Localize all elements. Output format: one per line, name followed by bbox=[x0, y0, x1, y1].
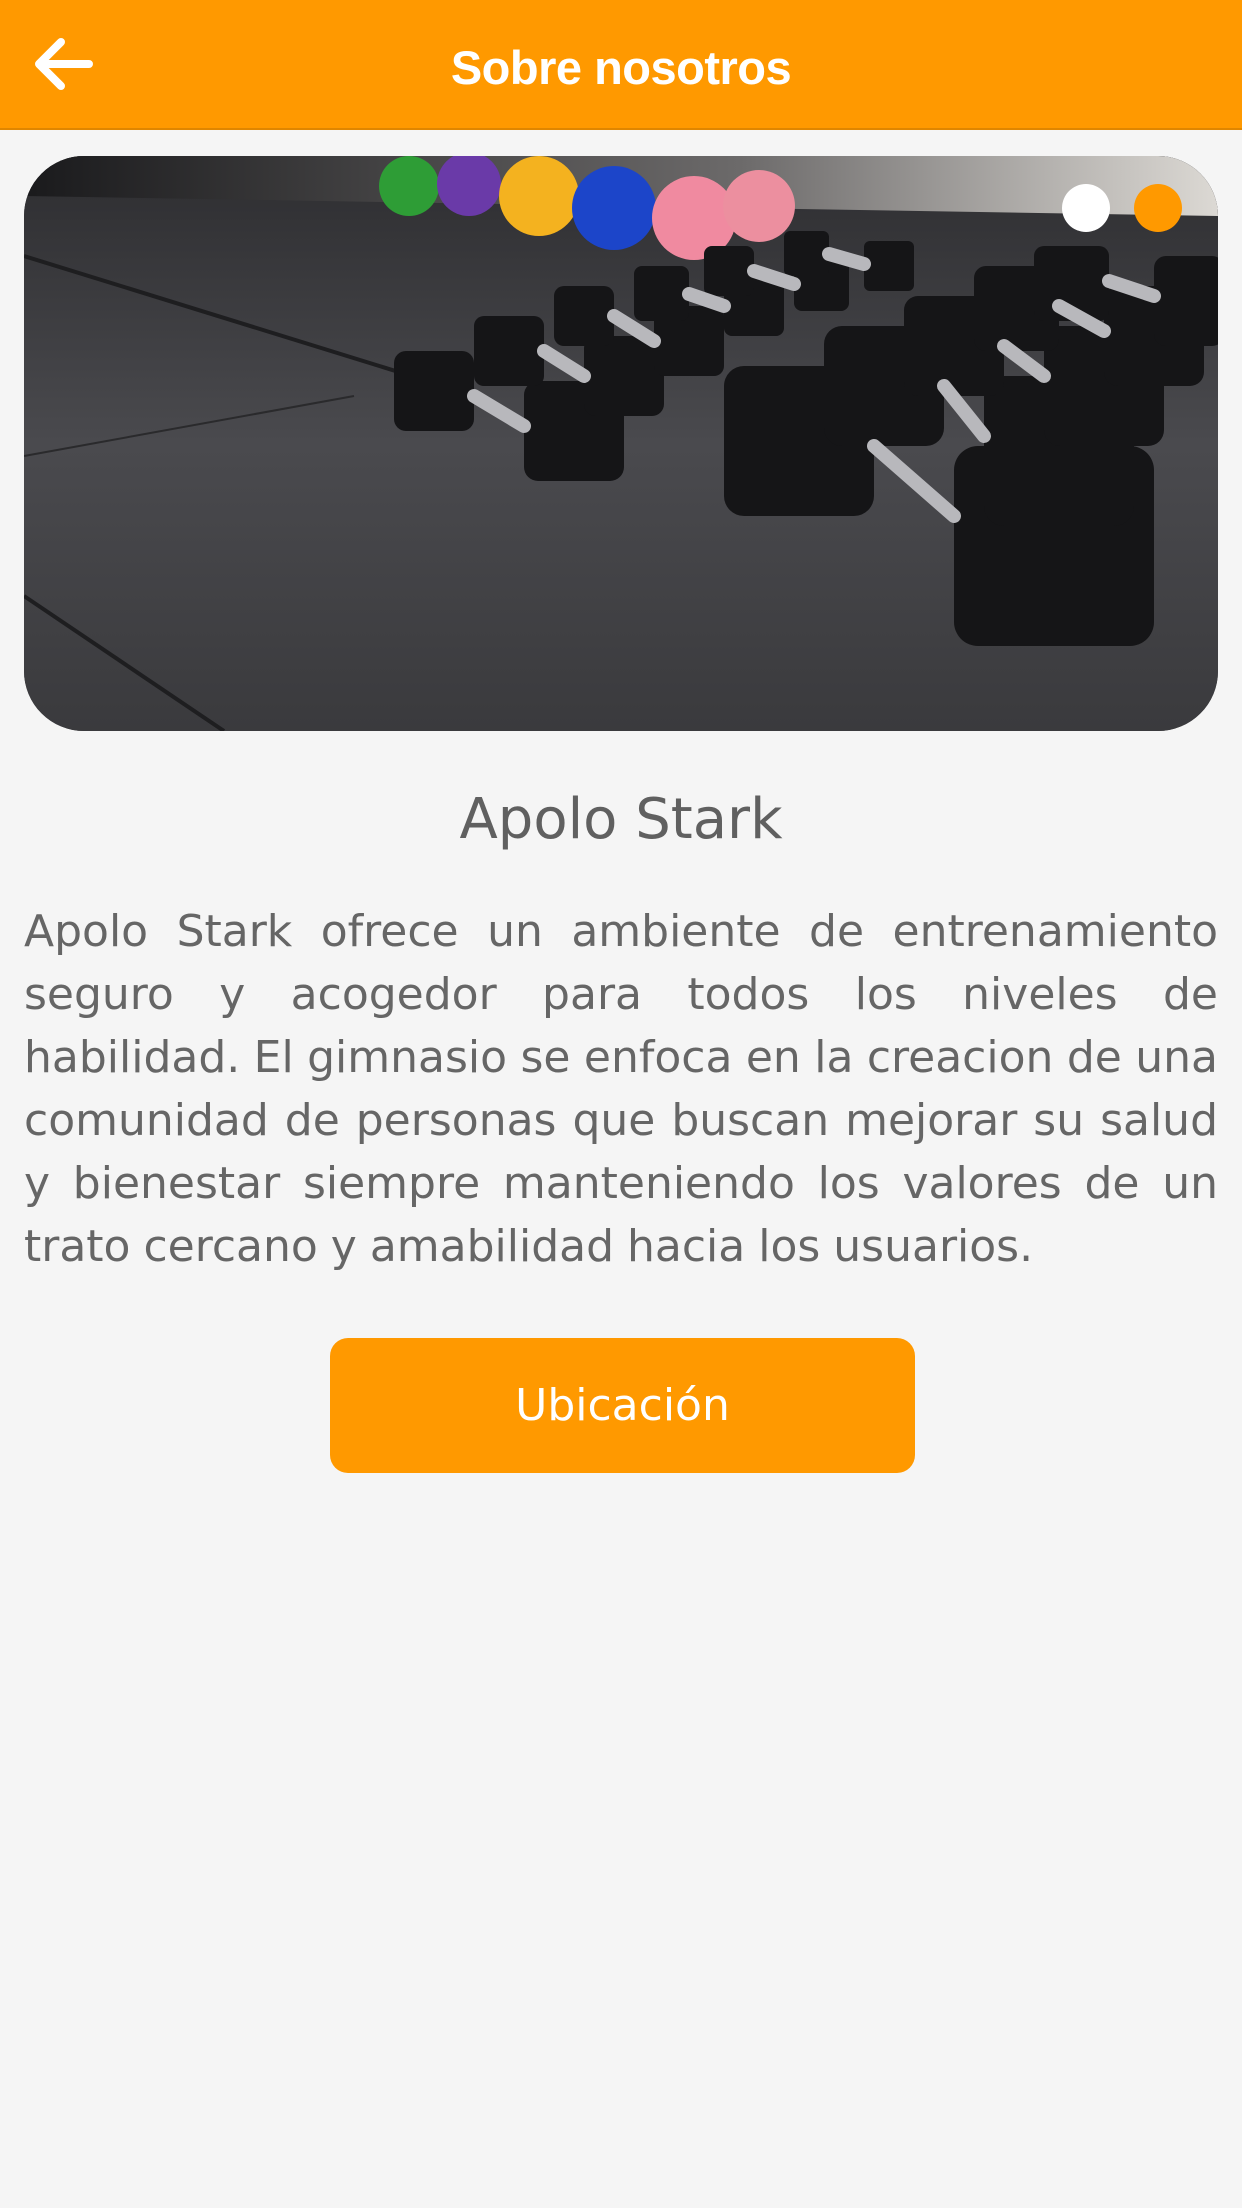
carousel-dot-1[interactable] bbox=[1062, 184, 1110, 232]
gym-dumbbells-photo bbox=[24, 156, 1218, 731]
page-title: Sobre nosotros bbox=[450, 41, 792, 94]
gym-name-heading: Apolo Stark bbox=[459, 787, 783, 852]
location-button[interactable]: Ubicación bbox=[330, 1338, 915, 1473]
carousel-dot-2[interactable] bbox=[1134, 184, 1182, 232]
image-carousel[interactable] bbox=[24, 156, 1218, 731]
app-bar: Sobre nosotros bbox=[0, 0, 1242, 130]
gym-description: Apolo Stark ofrece un ambiente de entren… bbox=[24, 906, 1218, 1272]
